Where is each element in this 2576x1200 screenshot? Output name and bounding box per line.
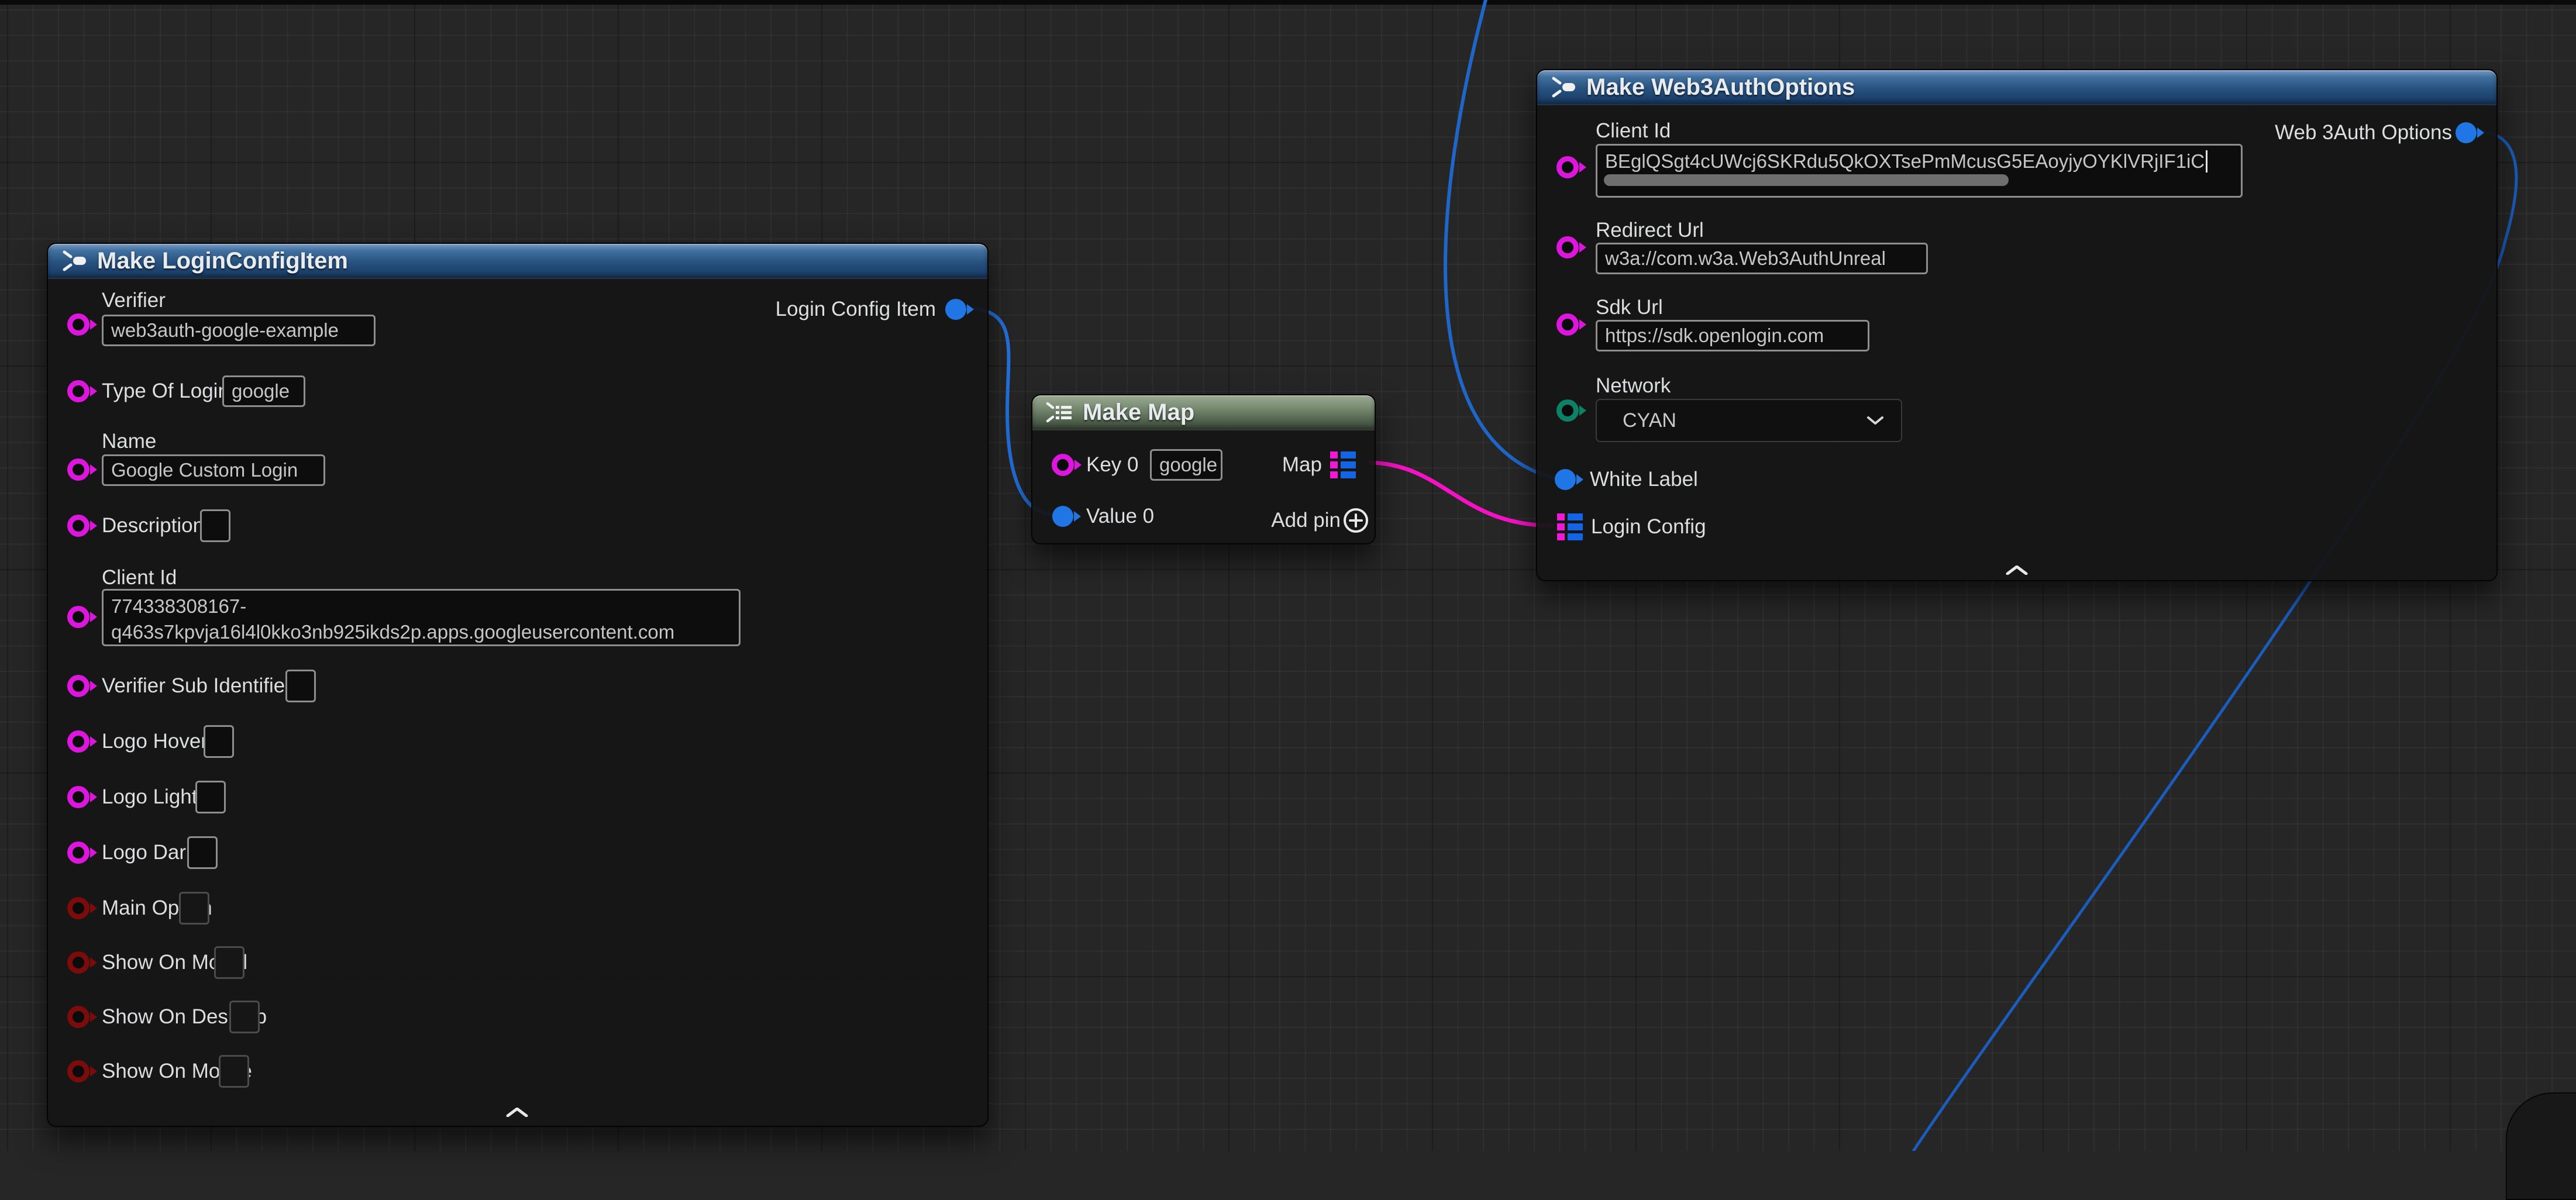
chevron-up-icon bbox=[505, 1108, 529, 1117]
pin-verifier[interactable] bbox=[67, 313, 89, 336]
pin-web3auth-options-output[interactable] bbox=[2456, 122, 2477, 143]
pin-value0[interactable] bbox=[1052, 506, 1073, 527]
pin-label-description: Description bbox=[102, 514, 204, 537]
key0-input[interactable]: google bbox=[1150, 449, 1222, 481]
client-id-scrollbar[interactable] bbox=[1604, 174, 2009, 186]
pin-map-output[interactable] bbox=[1330, 451, 1356, 478]
top-edge-bar bbox=[0, 0, 2576, 5]
node-make-web3authoptions[interactable]: Make Web3AuthOptions Web 3Auth Options C… bbox=[1536, 69, 2498, 581]
pin-description[interactable] bbox=[67, 515, 89, 537]
client-id-input[interactable]: BEglQSgt4cUWcj6SKRdu5QkOXTsePmMcusG5EAoy… bbox=[1596, 144, 2243, 198]
verifier-sub-identifier-input[interactable] bbox=[285, 670, 316, 702]
add-pin-label: Add pin bbox=[1271, 509, 1341, 532]
blueprint-graph-canvas[interactable]: Make LoginConfigItem Login Config Item V… bbox=[0, 0, 2576, 1151]
pin-name[interactable] bbox=[67, 458, 89, 481]
pin-label-white-label: White Label bbox=[1590, 468, 1698, 491]
make-struct-icon bbox=[61, 247, 88, 274]
pin-label-network: Network bbox=[1596, 374, 1671, 398]
type-of-login-value: google bbox=[232, 380, 290, 402]
node-title: Make LoginConfigItem bbox=[97, 248, 348, 274]
client-id-line2: q463s7kpvja16l4l0kko3nb925ikds2p.apps.go… bbox=[111, 619, 731, 645]
show-on-mobile-checkbox[interactable] bbox=[219, 1055, 249, 1088]
logo-dark-input[interactable] bbox=[187, 836, 218, 869]
network-dropdown[interactable]: CYAN bbox=[1596, 399, 1902, 442]
pin-label-type-of-login: Type Of Login bbox=[102, 380, 229, 403]
pin-logo-hover[interactable] bbox=[67, 730, 89, 753]
node-title: Make Web3AuthOptions bbox=[1586, 74, 1855, 101]
wire-map-to-loginconfig bbox=[1369, 463, 1554, 526]
pin-sdk-url[interactable] bbox=[1556, 313, 1579, 336]
pin-show-on-modal[interactable] bbox=[67, 951, 89, 974]
pin-label-sdk-url: Sdk Url bbox=[1596, 296, 1663, 319]
description-input[interactable] bbox=[200, 509, 230, 542]
redirect-url-value: w3a://com.w3a.Web3AuthUnreal bbox=[1605, 247, 1886, 270]
pin-label-verifier-sub-identifier: Verifier Sub Identifier bbox=[102, 674, 292, 698]
redirect-url-input[interactable]: w3a://com.w3a.Web3AuthUnreal bbox=[1596, 243, 1928, 274]
pin-logo-dark[interactable] bbox=[67, 842, 89, 864]
node-header-make-map[interactable]: Make Map bbox=[1032, 395, 1375, 430]
chevron-up-icon bbox=[2005, 565, 2029, 575]
pin-label-verifier: Verifier bbox=[102, 289, 166, 312]
show-on-desktop-checkbox[interactable] bbox=[229, 1001, 260, 1033]
pin-login-config[interactable] bbox=[1557, 513, 1583, 540]
main-option-checkbox[interactable] bbox=[179, 892, 209, 925]
add-pin-button[interactable] bbox=[1342, 507, 1369, 534]
pin-show-on-mobile[interactable] bbox=[67, 1060, 89, 1082]
make-map-icon bbox=[1045, 399, 1073, 426]
pin-label-redirect-url: Redirect Url bbox=[1596, 219, 1704, 242]
pin-redirect-url[interactable] bbox=[1556, 236, 1579, 258]
verifier-value: web3auth-google-example bbox=[111, 319, 339, 342]
plus-circle-icon bbox=[1342, 507, 1369, 534]
pin-label-map: Map bbox=[1282, 453, 1322, 477]
pin-label-name: Name bbox=[102, 430, 156, 453]
node-make-map[interactable]: Make Map Key 0 google Map Value 0 Add pi… bbox=[1031, 394, 1376, 544]
client-id-line1: 774338308167- bbox=[111, 594, 731, 619]
pin-label-web3auth-options: Web 3Auth Options bbox=[2275, 121, 2452, 144]
pin-label-login-config-item: Login Config Item bbox=[776, 298, 936, 321]
pin-key0[interactable] bbox=[1052, 454, 1074, 476]
pin-client-id[interactable] bbox=[67, 606, 89, 628]
collapse-node-button[interactable] bbox=[2005, 565, 2029, 575]
logo-hover-input[interactable] bbox=[204, 725, 234, 758]
pin-client-id[interactable] bbox=[1556, 156, 1579, 178]
pin-login-config-item-output[interactable] bbox=[945, 299, 966, 320]
pin-label-logo-dark: Logo Dark bbox=[102, 841, 196, 864]
client-id-input[interactable]: 774338308167- q463s7kpvja16l4l0kko3nb925… bbox=[102, 589, 741, 646]
make-struct-icon bbox=[1550, 74, 1577, 101]
sdk-url-input[interactable]: https://sdk.openlogin.com bbox=[1596, 320, 1869, 351]
name-input[interactable]: Google Custom Login bbox=[102, 454, 325, 486]
node-header-make-loginconfigitem[interactable]: Make LoginConfigItem bbox=[48, 244, 987, 279]
verifier-input[interactable]: web3auth-google-example bbox=[102, 315, 376, 346]
pin-label-logo-light: Logo Light bbox=[102, 785, 197, 809]
client-id-value: BEglQSgt4cUWcj6SKRdu5QkOXTsePmMcusG5EAoy… bbox=[1605, 149, 2233, 174]
pin-network[interactable] bbox=[1556, 399, 1579, 422]
pin-label-login-config: Login Config bbox=[1591, 515, 1706, 539]
name-value: Google Custom Login bbox=[111, 459, 298, 481]
node-header-make-web3authoptions[interactable]: Make Web3AuthOptions bbox=[1537, 70, 2496, 105]
pin-logo-light[interactable] bbox=[67, 786, 89, 808]
node-title: Make Map bbox=[1083, 399, 1194, 426]
pin-main-option[interactable] bbox=[67, 897, 89, 919]
collapse-node-button[interactable] bbox=[505, 1108, 529, 1117]
key0-value: google bbox=[1159, 454, 1217, 476]
node-make-loginconfigitem[interactable]: Make LoginConfigItem Login Config Item V… bbox=[47, 243, 989, 1127]
pin-label-client-id: Client Id bbox=[102, 566, 177, 589]
text-caret bbox=[2206, 150, 2207, 173]
pin-type-of-login[interactable] bbox=[67, 380, 89, 402]
pin-verifier-sub-identifier[interactable] bbox=[67, 675, 89, 697]
pin-label-value0: Value 0 bbox=[1086, 505, 1154, 528]
pin-label-logo-hover: Logo Hover bbox=[102, 730, 208, 753]
pin-label-key0: Key 0 bbox=[1086, 453, 1139, 477]
pin-label-client-id: Client Id bbox=[1596, 119, 1671, 143]
network-selected-value: CYAN bbox=[1623, 409, 1676, 432]
chevron-down-icon bbox=[1866, 415, 1885, 426]
sdk-url-value: https://sdk.openlogin.com bbox=[1605, 325, 1824, 347]
logo-light-input[interactable] bbox=[195, 781, 226, 813]
pin-show-on-desktop[interactable] bbox=[67, 1006, 89, 1028]
partial-node-corner[interactable] bbox=[2506, 1092, 2576, 1200]
show-on-modal-checkbox[interactable] bbox=[214, 946, 244, 979]
type-of-login-input[interactable]: google bbox=[222, 375, 305, 407]
pin-white-label[interactable] bbox=[1555, 469, 1576, 490]
